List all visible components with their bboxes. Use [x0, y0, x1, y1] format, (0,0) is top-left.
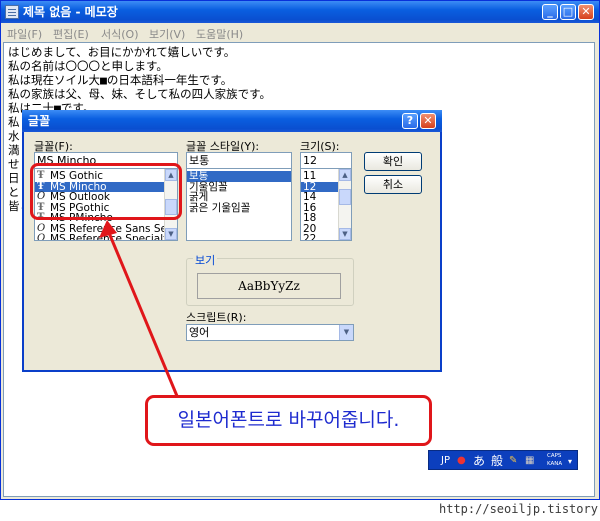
annotation-callout: 일본어폰트로 바꾸어줍니다.	[145, 395, 432, 446]
help-button[interactable]: ?	[402, 113, 418, 129]
annotation-arrow	[99, 220, 179, 397]
ime-language[interactable]: JP	[441, 454, 450, 468]
ime-pad-icon[interactable]: ▦	[525, 454, 534, 468]
style-input[interactable]: 보통	[186, 152, 292, 169]
text-line: はじめまして、お目にかかれて嬉しいです。	[8, 45, 236, 59]
menu-help[interactable]: 도움말(H)	[196, 26, 243, 42]
style-list-item-selected[interactable]: 보통	[187, 171, 291, 182]
ime-tool-icon[interactable]: ✎	[509, 454, 517, 468]
ime-kana-mode[interactable]: あ	[473, 454, 485, 468]
text-line: 私の家族は父、母、妹、そして私の四人家族です。	[8, 87, 272, 101]
menu-view[interactable]: 보기(V)	[149, 26, 185, 42]
menu-format[interactable]: 서식(O)	[101, 26, 138, 42]
menu-edit[interactable]: 편집(E)	[53, 26, 89, 42]
preview-group: 보기 AaBbYyZz	[186, 252, 354, 306]
notepad-titlebar[interactable]: 제목 없음 - 메모장 _ □ ✕	[1, 1, 599, 23]
size-input[interactable]: 12	[300, 152, 352, 169]
ime-caps-indicator: CAPS KANA	[547, 453, 563, 467]
maximize-button[interactable]: □	[560, 4, 576, 20]
ime-red-dot-icon[interactable]: ●	[457, 454, 466, 468]
style-list-item[interactable]: 굵은 기울임꼴	[187, 202, 291, 214]
scroll-thumb[interactable]	[339, 189, 351, 205]
ok-button[interactable]: 확인	[364, 152, 422, 171]
chevron-down-icon[interactable]: ▼	[339, 325, 353, 340]
preview-sample: AaBbYyZz	[197, 273, 341, 299]
notepad-title: 제목 없음 - 메모장	[23, 5, 118, 19]
font-dialog-title: 글꼴	[28, 114, 51, 128]
cancel-button[interactable]: 취소	[364, 175, 422, 194]
opentype-font-icon: O	[37, 233, 46, 241]
preview-label: 보기	[193, 252, 218, 268]
ime-toolbar[interactable]: JP ● あ 般 ✎ ▦ CAPS KANA ▾	[428, 450, 578, 470]
style-list[interactable]: 보통 기울임꼴 굵게 굵은 기울임꼴	[186, 168, 292, 241]
menu-file[interactable]: 파일(F)	[7, 26, 42, 42]
script-select[interactable]: 영어 ▼	[186, 324, 354, 341]
script-value: 영어	[189, 326, 210, 339]
font-dialog-titlebar[interactable]: 글꼴 ? ✕	[22, 110, 442, 132]
size-list-scrollbar[interactable]: ▲ ▼	[338, 169, 351, 240]
size-list[interactable]: 11 12 14 16 18 20 22 ▲ ▼	[300, 168, 352, 241]
menu-bar: 파일(F) 편집(E) 서식(O) 보기(V) 도움말(H)	[1, 23, 599, 42]
script-label: 스크립트(R):	[186, 311, 247, 324]
scroll-down-arrow-icon[interactable]: ▼	[339, 228, 351, 240]
text-line: 私は現在ソイル大■の日本語科一年生です。	[8, 73, 233, 87]
ime-conversion-mode[interactable]: 般	[491, 454, 503, 468]
font-dialog: 글꼴 ? ✕ 글꼴(F): MS Mincho Ŧ MS Gothic Ŧ MS M…	[22, 110, 442, 372]
style-list-item[interactable]: 굵게	[187, 192, 291, 203]
text-line: 私の名前は〇〇〇と申します。	[8, 59, 168, 73]
notepad-app-icon	[5, 5, 19, 19]
close-button[interactable]: ✕	[578, 4, 594, 20]
watermark-url: http://seoiljp.tistory.com	[439, 502, 600, 516]
minimize-button[interactable]: _	[542, 4, 558, 20]
dialog-close-button[interactable]: ✕	[420, 113, 436, 129]
font-list-highlight	[30, 163, 182, 220]
ime-options-chevron-icon[interactable]: ▾	[568, 455, 572, 469]
scroll-up-arrow-icon[interactable]: ▲	[339, 169, 351, 181]
